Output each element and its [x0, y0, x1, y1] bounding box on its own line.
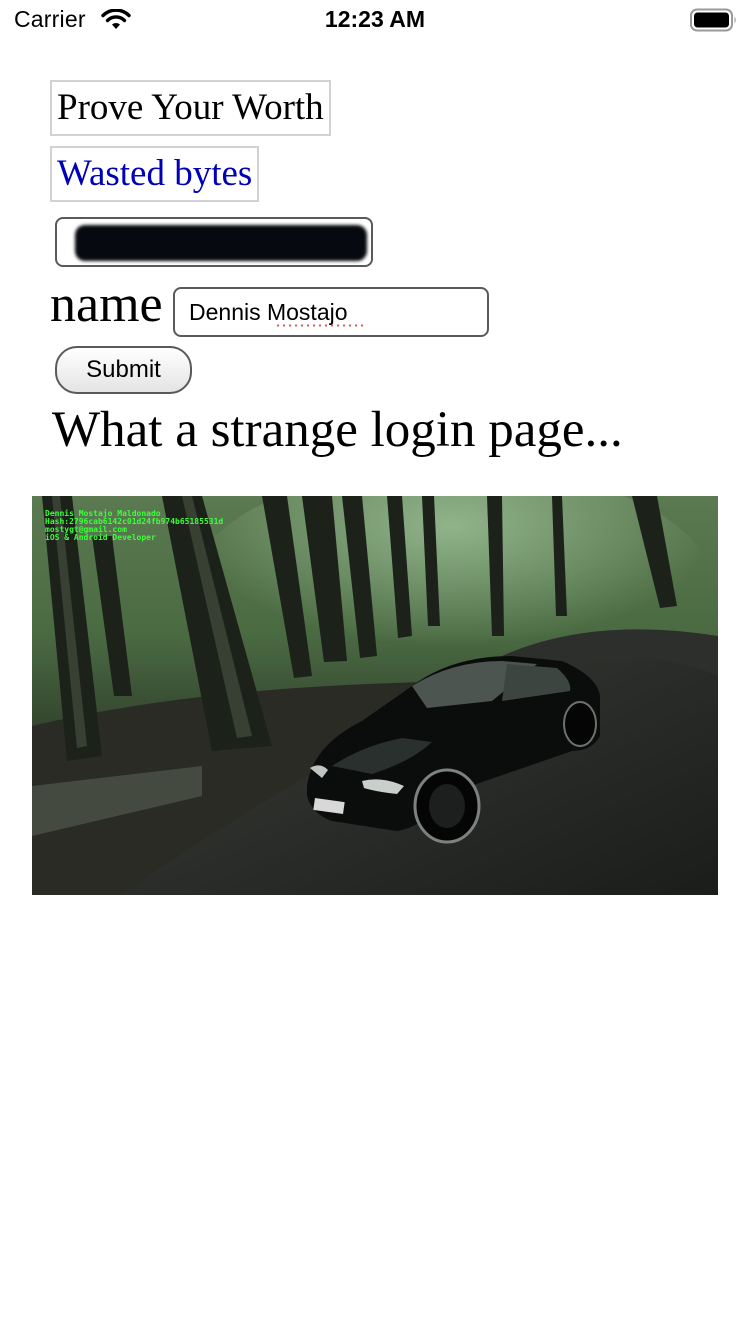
name-label: name — [50, 276, 163, 333]
caption-line: iOS & Android Developer — [45, 533, 156, 542]
tagline-text: What a strange login page... — [52, 402, 623, 458]
password-field[interactable] — [55, 217, 373, 267]
name-input-value: Dennis Mostajo — [189, 299, 348, 325]
spellcheck-underline — [275, 324, 367, 327]
car-in-forest-photo: Dennis Mostajo Maldonado Hash:2796cab614… — [32, 496, 718, 895]
photo-caption: Dennis Mostajo Maldonado Hash:2796cab614… — [45, 510, 223, 542]
submit-button[interactable]: Submit — [55, 346, 192, 394]
status-time: 12:23 AM — [324, 6, 426, 32]
page-title-box: Prove Your Worth — [50, 80, 331, 136]
name-input[interactable]: Dennis Mostajo — [173, 287, 489, 337]
wasted-bytes-link[interactable]: Wasted bytes — [50, 146, 260, 202]
battery-full-icon — [690, 8, 738, 32]
redacted-value — [75, 225, 367, 261]
status-bar: Carrier 12:23 AM — [0, 0, 750, 40]
